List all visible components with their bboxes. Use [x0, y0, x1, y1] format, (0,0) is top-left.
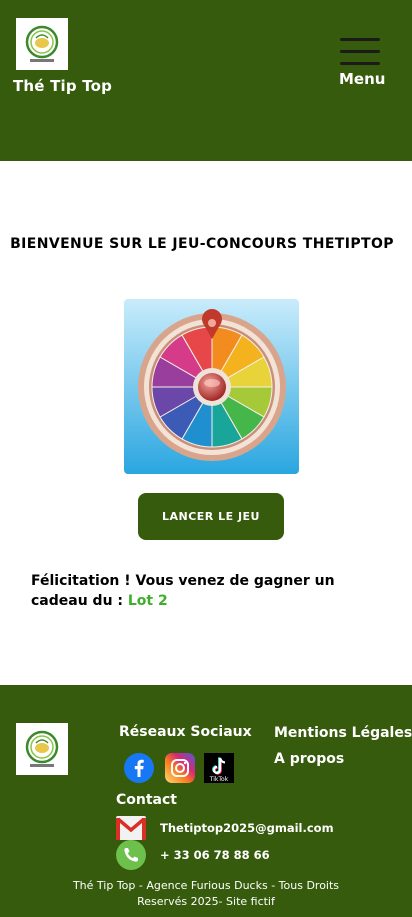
logo-emblem-icon — [25, 25, 59, 62]
phone-icon — [116, 840, 146, 870]
instagram-icon[interactable] — [165, 753, 195, 783]
hamburger-icon-bar — [340, 50, 380, 53]
page-title: Bienvenue sur le jeu-concours TheTipTop — [10, 236, 394, 252]
mail-icon — [116, 816, 146, 840]
facebook-icon[interactable] — [124, 753, 154, 783]
phone-link[interactable]: + 33 06 78 88 66 — [116, 840, 270, 870]
tiktok-caption: TikTok — [209, 776, 229, 783]
hamburger-icon-bar — [340, 38, 380, 41]
prize-wheel-image — [124, 299, 299, 474]
phone-text: + 33 06 78 88 66 — [160, 848, 270, 862]
footer-logo[interactable] — [16, 723, 68, 775]
tiktok-icon[interactable]: TikTok — [204, 753, 234, 783]
menu-label: Menu — [339, 70, 386, 88]
result-text: Félicitation ! Vous venez de gagner un c… — [31, 573, 335, 609]
about-link[interactable]: A propos — [274, 751, 344, 767]
prize-wheel-icon — [124, 299, 299, 474]
logo-emblem-icon — [25, 730, 59, 767]
site-footer: Réseaux Sociaux TikTok Mentions Légales … — [0, 685, 412, 917]
social-heading: Réseaux Sociaux — [119, 724, 252, 740]
copyright-text: Thé Tip Top - Agence Furious Ducks - Tou… — [72, 879, 340, 908]
play-game-button[interactable]: Lancer le jeu — [138, 493, 284, 540]
legal-notice-link[interactable]: Mentions Légales — [274, 725, 412, 741]
brand-name: Thé Tip Top — [13, 77, 113, 95]
menu-button[interactable]: Menu — [336, 36, 386, 92]
contact-heading: Contact — [116, 792, 177, 808]
result-message: Félicitation ! Vous venez de gagner un c… — [31, 571, 391, 611]
email-text: Thetiptop2025@gmail.com — [160, 821, 334, 835]
prize-label: Lot 2 — [127, 593, 168, 609]
email-link[interactable]: Thetiptop2025@gmail.com — [116, 814, 334, 842]
hamburger-icon-bar — [340, 62, 380, 65]
site-header: Thé Tip Top Menu — [0, 0, 412, 161]
site-logo[interactable] — [16, 18, 68, 70]
